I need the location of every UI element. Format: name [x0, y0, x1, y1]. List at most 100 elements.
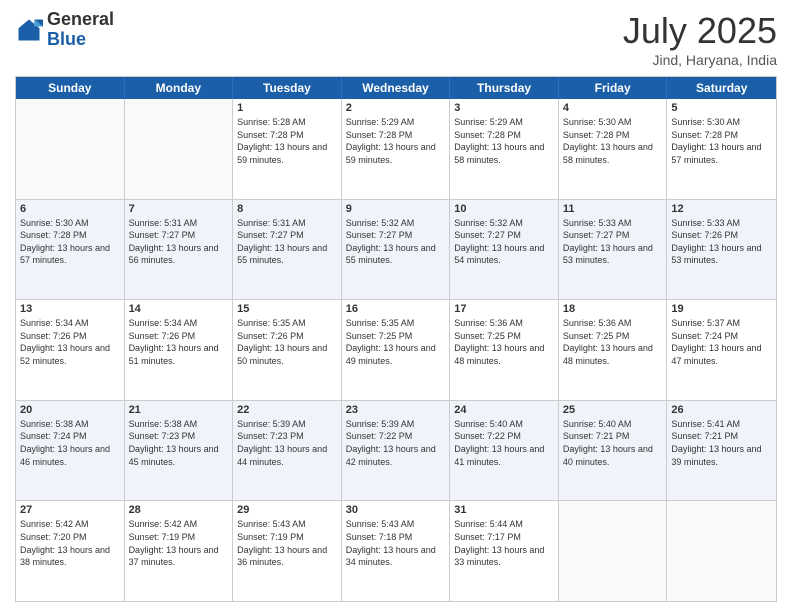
- day-info: Sunrise: 5:37 AM Sunset: 7:24 PM Dayligh…: [671, 317, 772, 367]
- calendar-cell: 21 Sunrise: 5:38 AM Sunset: 7:23 PM Dayli…: [125, 401, 234, 501]
- day-number: 27: [20, 504, 120, 516]
- day-number: 26: [671, 404, 772, 416]
- day-info: Sunrise: 5:30 AM Sunset: 7:28 PM Dayligh…: [563, 116, 663, 166]
- day-info: Sunrise: 5:33 AM Sunset: 7:26 PM Dayligh…: [671, 217, 772, 267]
- calendar-cell: [667, 501, 776, 601]
- day-number: 28: [129, 504, 229, 516]
- day-number: 11: [563, 203, 663, 215]
- calendar-cell: 1 Sunrise: 5:28 AM Sunset: 7:28 PM Daylig…: [233, 99, 342, 199]
- calendar-cell: 15 Sunrise: 5:35 AM Sunset: 7:26 PM Dayli…: [233, 300, 342, 400]
- day-number: 14: [129, 303, 229, 315]
- day-number: 18: [563, 303, 663, 315]
- page: General Blue July 2025 Jind, Haryana, In…: [0, 0, 792, 612]
- weekday-header: Sunday: [16, 77, 125, 99]
- calendar-cell: 5 Sunrise: 5:30 AM Sunset: 7:28 PM Daylig…: [667, 99, 776, 199]
- day-number: 6: [20, 203, 120, 215]
- weekday-header: Friday: [559, 77, 668, 99]
- day-number: 5: [671, 102, 772, 114]
- calendar-row: 1 Sunrise: 5:28 AM Sunset: 7:28 PM Daylig…: [16, 99, 776, 200]
- calendar-cell: 22Sunrise: 5:39 AM Sunset: 7:23 PM Dayli…: [233, 401, 342, 501]
- day-info: Sunrise: 5:30 AM Sunset: 7:28 PM Dayligh…: [671, 116, 772, 166]
- day-info: Sunrise: 5:36 AM Sunset: 7:25 PM Dayligh…: [563, 317, 663, 367]
- weekday-header: Tuesday: [233, 77, 342, 99]
- calendar-cell: 26 Sunrise: 5:41 AM Sunset: 7:21 PM Dayli…: [667, 401, 776, 501]
- day-info: Sunrise: 5:44 AM Sunset: 7:17 PM Dayligh…: [454, 518, 554, 568]
- day-info: Sunrise: 5:36 AM Sunset: 7:25 PM Dayligh…: [454, 317, 554, 367]
- calendar-cell: 12 Sunrise: 5:33 AM Sunset: 7:26 PM Dayli…: [667, 200, 776, 300]
- day-info: Sunrise: 5:40 AM Sunset: 7:22 PM Dayligh…: [454, 418, 554, 468]
- calendar-cell: 3 Sunrise: 5:29 AM Sunset: 7:28 PM Daylig…: [450, 99, 559, 199]
- calendar-cell: 28 Sunrise: 5:42 AM Sunset: 7:19 PM Dayli…: [125, 501, 234, 601]
- day-number: 10: [454, 203, 554, 215]
- day-number: 24: [454, 404, 554, 416]
- calendar-cell: 24 Sunrise: 5:40 AM Sunset: 7:22 PM Dayli…: [450, 401, 559, 501]
- day-number: 22: [237, 404, 337, 416]
- day-info: Sunrise: 5:40 AM Sunset: 7:21 PM Dayligh…: [563, 418, 663, 468]
- calendar-cell: 8 Sunrise: 5:31 AM Sunset: 7:27 PM Daylig…: [233, 200, 342, 300]
- day-info: Sunrise: 5:31 AM Sunset: 7:27 PM Dayligh…: [237, 217, 337, 267]
- day-number: 17: [454, 303, 554, 315]
- weekday-header: Saturday: [667, 77, 776, 99]
- day-number: 30: [346, 504, 446, 516]
- day-info: Sunrise: 5:29 AM Sunset: 7:28 PM Dayligh…: [454, 116, 554, 166]
- day-info: Sunrise: 5:35 AM Sunset: 7:25 PM Dayligh…: [346, 317, 446, 367]
- day-number: 25: [563, 404, 663, 416]
- month-title: July 2025: [623, 10, 777, 52]
- day-info: Sunrise: 5:43 AM Sunset: 7:19 PM Dayligh…: [237, 518, 337, 568]
- calendar-cell: 17 Sunrise: 5:36 AM Sunset: 7:25 PM Dayli…: [450, 300, 559, 400]
- day-number: 4: [563, 102, 663, 114]
- day-info: Sunrise: 5:35 AM Sunset: 7:26 PM Dayligh…: [237, 317, 337, 367]
- weekday-header: Monday: [125, 77, 234, 99]
- weekday-header: Thursday: [450, 77, 559, 99]
- day-info: Sunrise: 5:38 AM Sunset: 7:23 PM Dayligh…: [129, 418, 229, 468]
- calendar-cell: 11 Sunrise: 5:33 AM Sunset: 7:27 PM Dayli…: [559, 200, 668, 300]
- calendar-header: SundayMondayTuesdayWednesdayThursdayFrid…: [16, 77, 776, 99]
- day-info: Sunrise: 5:28 AM Sunset: 7:28 PM Dayligh…: [237, 116, 337, 166]
- day-info: Sunrise: 5:42 AM Sunset: 7:20 PM Dayligh…: [20, 518, 120, 568]
- header: General Blue July 2025 Jind, Haryana, In…: [15, 10, 777, 68]
- day-number: 29: [237, 504, 337, 516]
- calendar-row: 13Sunrise: 5:34 AM Sunset: 7:26 PM Dayli…: [16, 300, 776, 401]
- day-number: 15: [237, 303, 337, 315]
- calendar-cell: 7Sunrise: 5:31 AM Sunset: 7:27 PM Daylig…: [125, 200, 234, 300]
- calendar-cell: 27 Sunrise: 5:42 AM Sunset: 7:20 PM Dayli…: [16, 501, 125, 601]
- day-number: 3: [454, 102, 554, 114]
- day-number: 1: [237, 102, 337, 114]
- day-info: Sunrise: 5:29 AM Sunset: 7:28 PM Dayligh…: [346, 116, 446, 166]
- calendar-cell: [559, 501, 668, 601]
- day-number: 31: [454, 504, 554, 516]
- day-info: Sunrise: 5:32 AM Sunset: 7:27 PM Dayligh…: [346, 217, 446, 267]
- logo-blue: Blue: [47, 29, 86, 49]
- logo-text: General Blue: [47, 10, 114, 50]
- day-info: Sunrise: 5:32 AM Sunset: 7:27 PM Dayligh…: [454, 217, 554, 267]
- calendar-cell: 2Sunrise: 5:29 AM Sunset: 7:28 PM Daylig…: [342, 99, 451, 199]
- logo: General Blue: [15, 10, 114, 50]
- day-info: Sunrise: 5:39 AM Sunset: 7:22 PM Dayligh…: [346, 418, 446, 468]
- calendar-row: 20 Sunrise: 5:38 AM Sunset: 7:24 PM Dayli…: [16, 401, 776, 502]
- calendar-body: 1 Sunrise: 5:28 AM Sunset: 7:28 PM Daylig…: [16, 99, 776, 601]
- calendar-cell: 16Sunrise: 5:35 AM Sunset: 7:25 PM Dayli…: [342, 300, 451, 400]
- day-number: 19: [671, 303, 772, 315]
- day-number: 13: [20, 303, 120, 315]
- calendar: SundayMondayTuesdayWednesdayThursdayFrid…: [15, 76, 777, 602]
- calendar-row: 27 Sunrise: 5:42 AM Sunset: 7:20 PM Dayli…: [16, 501, 776, 601]
- calendar-cell: 25 Sunrise: 5:40 AM Sunset: 7:21 PM Dayli…: [559, 401, 668, 501]
- day-number: 21: [129, 404, 229, 416]
- calendar-cell: 10 Sunrise: 5:32 AM Sunset: 7:27 PM Dayli…: [450, 200, 559, 300]
- day-info: Sunrise: 5:30 AM Sunset: 7:28 PM Dayligh…: [20, 217, 120, 267]
- day-info: Sunrise: 5:38 AM Sunset: 7:24 PM Dayligh…: [20, 418, 120, 468]
- calendar-cell: 30Sunrise: 5:43 AM Sunset: 7:18 PM Dayli…: [342, 501, 451, 601]
- calendar-row: 6 Sunrise: 5:30 AM Sunset: 7:28 PM Daylig…: [16, 200, 776, 301]
- day-info: Sunrise: 5:42 AM Sunset: 7:19 PM Dayligh…: [129, 518, 229, 568]
- day-number: 8: [237, 203, 337, 215]
- weekday-header: Wednesday: [342, 77, 451, 99]
- title-block: July 2025 Jind, Haryana, India: [623, 10, 777, 68]
- calendar-cell: [125, 99, 234, 199]
- day-number: 20: [20, 404, 120, 416]
- day-info: Sunrise: 5:41 AM Sunset: 7:21 PM Dayligh…: [671, 418, 772, 468]
- location: Jind, Haryana, India: [623, 52, 777, 68]
- day-info: Sunrise: 5:31 AM Sunset: 7:27 PM Dayligh…: [129, 217, 229, 267]
- calendar-cell: 9Sunrise: 5:32 AM Sunset: 7:27 PM Daylig…: [342, 200, 451, 300]
- day-number: 12: [671, 203, 772, 215]
- day-info: Sunrise: 5:33 AM Sunset: 7:27 PM Dayligh…: [563, 217, 663, 267]
